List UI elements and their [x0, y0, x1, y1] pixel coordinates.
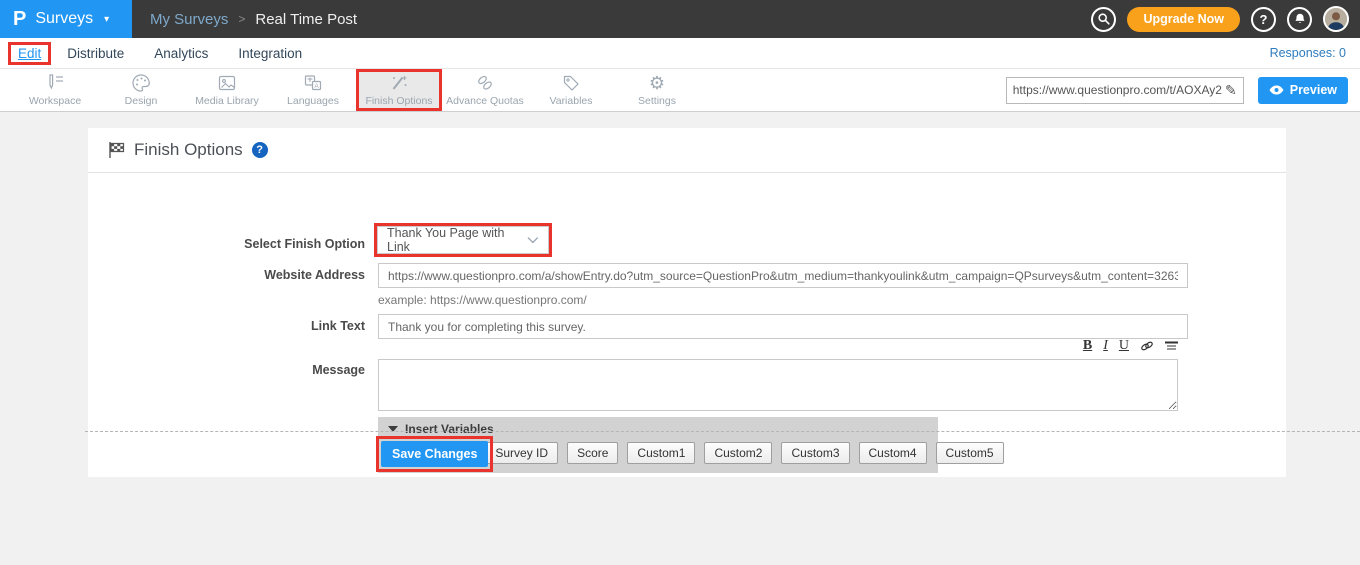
tab-distribute[interactable]: Distribute [67, 46, 124, 61]
finish-option-selected-value: Thank You Page with Link [387, 226, 527, 254]
tab-integration[interactable]: Integration [238, 46, 302, 61]
insert-variables-title: Insert Variables [405, 422, 494, 436]
tag-icon [561, 73, 581, 93]
topbar-actions: Upgrade Now ? [1091, 6, 1349, 32]
website-address-input[interactable] [378, 263, 1188, 288]
eye-icon [1269, 85, 1284, 95]
chain-link-icon [475, 73, 495, 93]
website-address-example: example: https://www.questionpro.com/ [378, 293, 587, 307]
underline-button[interactable]: U [1119, 339, 1129, 353]
toolbar-item-finish-options[interactable]: Finish Options [356, 69, 442, 111]
tab-edit[interactable]: Edit [8, 42, 51, 65]
toolbar-item-label: Media Library [195, 95, 259, 107]
toolbar-item-advance-quotas[interactable]: Advance Quotas [442, 69, 528, 111]
workspace-icon [44, 73, 66, 93]
message-textarea[interactable] [378, 359, 1178, 411]
page-title: Finish Options [134, 140, 243, 160]
italic-button[interactable]: I [1103, 339, 1108, 353]
tab-analytics[interactable]: Analytics [154, 46, 208, 61]
message-label: Message [88, 363, 365, 377]
avatar-photo [1325, 8, 1347, 30]
edit-url-pencil-icon[interactable]: ✎ [1225, 82, 1237, 99]
topbar: P Surveys ▾ My Surveys > Real Time Post … [0, 0, 1360, 38]
var-custom5-button[interactable]: Custom5 [936, 442, 1004, 464]
var-custom2-button[interactable]: Custom2 [704, 442, 772, 464]
finish-options-card: Finish Options ? Select Finish Option Th… [88, 128, 1286, 477]
finish-option-select[interactable]: Thank You Page with Link [377, 226, 549, 254]
var-custom3-button[interactable]: Custom3 [781, 442, 849, 464]
toolbar-item-label: Finish Options [365, 95, 432, 107]
toolbar-item-workspace[interactable]: Workspace [12, 69, 98, 111]
card-title-bar: Finish Options ? [88, 128, 1286, 173]
question-mark-icon: ? [1260, 12, 1268, 27]
media-library-icon [217, 73, 237, 93]
toolbar-item-label: Workspace [29, 95, 81, 107]
toolbar-item-settings[interactable]: ⚙ Settings [614, 69, 700, 111]
var-custom4-button[interactable]: Custom4 [859, 442, 927, 464]
var-custom1-button[interactable]: Custom1 [627, 442, 695, 464]
product-switcher[interactable]: P Surveys ▾ [0, 0, 132, 38]
link-text-label: Link Text [88, 319, 365, 333]
select-highlight-box: Thank You Page with Link [374, 223, 552, 257]
toolbar-item-label: Variables [550, 95, 593, 107]
finish-options-help-icon[interactable]: ? [252, 142, 268, 158]
toolbar-right: ✎ Preview [1006, 69, 1348, 111]
preview-button[interactable]: Preview [1258, 77, 1348, 104]
upgrade-now-button[interactable]: Upgrade Now [1127, 7, 1240, 32]
app-name: Surveys [35, 10, 93, 28]
caret-down-icon: ▾ [104, 14, 109, 25]
survey-url-input[interactable] [1013, 83, 1225, 97]
questionpro-logo: P [13, 9, 26, 29]
notifications-button[interactable] [1287, 7, 1312, 32]
design-palette-icon [131, 73, 151, 93]
align-button[interactable] [1165, 341, 1178, 352]
search-button[interactable] [1091, 7, 1116, 32]
chevron-down-icon [527, 236, 539, 244]
user-avatar[interactable] [1323, 6, 1349, 32]
toolbar-item-label: Design [125, 95, 158, 107]
gear-icon: ⚙ [649, 73, 665, 93]
breadcrumb-separator: > [238, 12, 245, 26]
website-address-label: Website Address [88, 268, 365, 282]
magic-wand-icon [389, 73, 409, 93]
toolbar-item-design[interactable]: Design [98, 69, 184, 111]
breadcrumb: My Surveys > Real Time Post [150, 11, 357, 28]
link-text-input[interactable] [378, 314, 1188, 339]
responses-count[interactable]: Responses: 0 [1270, 46, 1346, 60]
languages-icon: A [303, 73, 323, 93]
select-finish-option-label: Select Finish Option [88, 237, 365, 251]
help-button[interactable]: ? [1251, 7, 1276, 32]
toolbar-item-label: Advance Quotas [446, 95, 524, 107]
edit-toolbar: Workspace Design Media Library A Languag… [0, 68, 1360, 112]
save-highlight-box: Save Changes [376, 436, 493, 472]
svg-text:A: A [314, 83, 319, 90]
save-changes-button[interactable]: Save Changes [381, 441, 488, 467]
checkered-flag-icon [108, 141, 125, 159]
toolbar-item-languages[interactable]: A Languages [270, 69, 356, 111]
bold-button[interactable]: B [1083, 339, 1092, 353]
var-score-button[interactable]: Score [567, 442, 618, 464]
var-survey-id-button[interactable]: Survey ID [485, 442, 558, 464]
toolbar-item-label: Languages [287, 95, 339, 107]
breadcrumb-survey-name: Real Time Post [255, 11, 357, 28]
message-format-toolbar: B I U [378, 339, 1178, 353]
survey-url-box: ✎ [1006, 77, 1244, 104]
insert-link-button[interactable] [1140, 340, 1154, 352]
breadcrumb-my-surveys[interactable]: My Surveys [150, 11, 228, 28]
toolbar-item-label: Settings [638, 95, 676, 107]
toolbar-item-media-library[interactable]: Media Library [184, 69, 270, 111]
toolbar-item-variables[interactable]: Variables [528, 69, 614, 111]
edit-nav-tabs: Edit Distribute Analytics Integration Re… [0, 38, 1360, 68]
preview-label: Preview [1290, 83, 1337, 97]
section-divider [85, 431, 1360, 432]
search-icon [1097, 12, 1111, 26]
bell-icon [1293, 12, 1307, 26]
